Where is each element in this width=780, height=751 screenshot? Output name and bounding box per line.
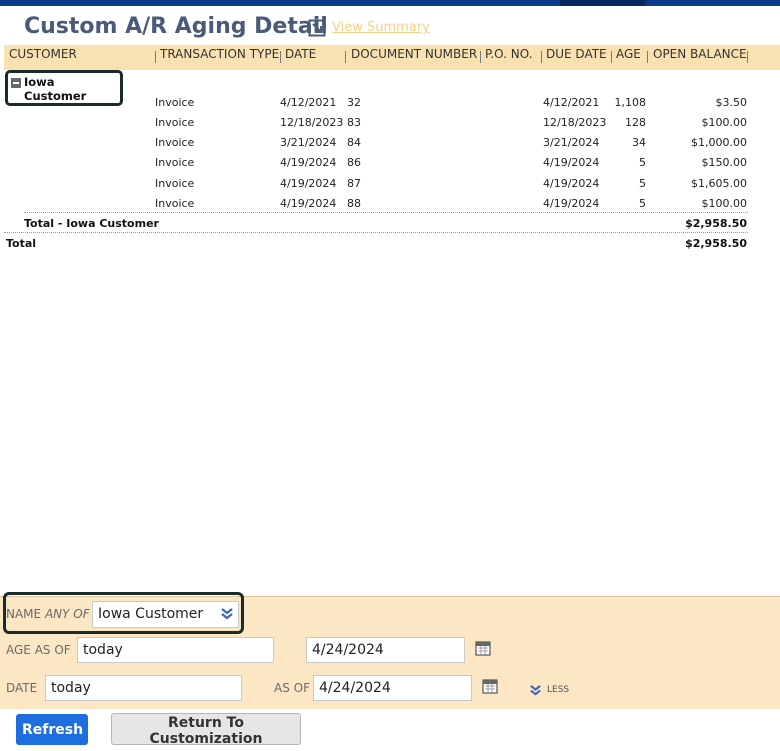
table-row[interactable]: Invoice 4/19/2024 86 4/19/2024 5 $150.00	[0, 152, 780, 172]
cell-due-date: 4/19/2024	[543, 197, 600, 210]
col-header-document-number[interactable]: DOCUMENT NUMBER	[351, 47, 477, 61]
cell-date: 4/19/2024	[280, 156, 337, 169]
return-to-customization-button[interactable]: Return To Customization	[111, 713, 301, 747]
cell-document-number[interactable]: 86	[347, 156, 361, 169]
age-as-of-label: AGE AS OF	[6, 643, 71, 657]
cell-open-balance: $1,605.00	[691, 177, 747, 190]
cell-date: 3/21/2024	[280, 136, 337, 149]
subtotal-value: $2,958.50	[685, 217, 747, 230]
cell-open-balance: $100.00	[701, 197, 748, 210]
col-divider	[747, 51, 748, 63]
col-header-customer[interactable]: CUSTOMER	[9, 47, 77, 61]
external-link-icon[interactable]	[308, 19, 326, 37]
subtotal-divider	[24, 212, 748, 213]
cell-transaction-type: Invoice	[155, 96, 195, 109]
as-of-date-input[interactable]: 4/24/2024	[313, 675, 472, 701]
calendar-icon[interactable]	[482, 678, 498, 694]
cell-due-date: 3/21/2024	[543, 136, 600, 149]
table-row[interactable]: Invoice 12/18/2023 83 12/18/2023 128 $10…	[0, 112, 780, 132]
collapse-minus-icon[interactable]	[11, 78, 21, 88]
cell-age: 1,108	[614, 96, 647, 109]
col-header-po-no[interactable]: P.O. NO.	[485, 47, 533, 61]
table-row[interactable]: Invoice 3/21/2024 84 3/21/2024 34 $1,000…	[0, 132, 780, 152]
refresh-button[interactable]: Refresh	[16, 714, 88, 745]
table-row[interactable]: Invoice 4/19/2024 87 4/19/2024 5 $1,605.…	[0, 173, 780, 193]
table-row[interactable]: Invoice 4/12/2021 32 4/12/2021 1,108 $3.…	[0, 92, 780, 112]
cell-open-balance: $150.00	[701, 156, 748, 169]
cell-age: 128	[625, 116, 646, 129]
cell-due-date: 12/18/2023	[543, 116, 607, 129]
cell-open-balance: $3.50	[715, 96, 748, 109]
top-nav-bar	[0, 0, 780, 6]
cell-open-balance: $100.00	[701, 116, 748, 129]
cell-transaction-type: Invoice	[155, 197, 195, 210]
col-divider	[611, 51, 612, 63]
col-divider	[480, 51, 481, 63]
cell-document-number[interactable]: 87	[347, 177, 361, 190]
col-divider	[155, 51, 156, 63]
age-as-of-input[interactable]: today	[77, 637, 274, 663]
grand-total-label: Total	[6, 237, 37, 250]
subtotal-label: Total - Iowa Customer	[24, 217, 159, 230]
cell-due-date: 4/19/2024	[543, 156, 600, 169]
col-header-due-date[interactable]: DUE DATE	[546, 47, 607, 61]
col-header-transaction-type[interactable]: TRANSACTION TYPE	[160, 47, 279, 61]
col-header-date[interactable]: DATE	[285, 47, 316, 61]
as-of-label: AS OF	[274, 681, 310, 695]
col-header-open-balance[interactable]: OPEN BALANCE	[653, 47, 747, 61]
cell-document-number[interactable]: 83	[347, 116, 361, 129]
cell-due-date: 4/19/2024	[543, 177, 600, 190]
cell-date: 4/19/2024	[280, 197, 337, 210]
col-header-age[interactable]: AGE	[616, 47, 641, 61]
cell-transaction-type: Invoice	[155, 156, 195, 169]
total-divider	[4, 232, 748, 233]
date-filter-input[interactable]: today	[45, 675, 242, 701]
col-divider	[647, 51, 648, 63]
cell-transaction-type: Invoice	[155, 177, 195, 190]
cell-transaction-type: Invoice	[155, 136, 195, 149]
name-filter-highlight	[3, 592, 244, 634]
cell-due-date: 4/12/2021	[543, 96, 600, 109]
cell-age: 5	[639, 177, 646, 190]
col-divider	[280, 51, 281, 63]
cell-date: 12/18/2023	[280, 116, 344, 129]
cell-document-number[interactable]: 84	[347, 136, 361, 149]
col-divider	[345, 51, 346, 63]
col-divider	[541, 51, 542, 63]
cell-document-number[interactable]: 88	[347, 197, 361, 210]
view-summary-link[interactable]: View Summary	[332, 20, 430, 35]
cell-date: 4/19/2024	[280, 177, 337, 190]
cell-age: 5	[639, 156, 646, 169]
age-as-of-date-input[interactable]: 4/24/2024	[306, 637, 465, 663]
date-filter-label: DATE	[6, 681, 38, 695]
table-header: CUSTOMER TRANSACTION TYPE DATE DOCUMENT …	[4, 45, 780, 70]
table-row[interactable]: Invoice 4/19/2024 88 4/19/2024 5 $100.00	[0, 193, 780, 213]
cell-age: 34	[632, 136, 646, 149]
top-nav-active-segment	[560, 0, 645, 6]
double-chevron-down-icon[interactable]	[529, 684, 542, 697]
cell-age: 5	[639, 197, 646, 210]
page-title: Custom A/R Aging Detail	[24, 14, 328, 39]
cell-transaction-type: Invoice	[155, 116, 195, 129]
cell-open-balance: $1,000.00	[691, 136, 747, 149]
cell-document-number[interactable]: 32	[347, 96, 361, 109]
grand-total-value: $2,958.50	[685, 237, 747, 250]
calendar-icon[interactable]	[475, 640, 491, 656]
less-toggle[interactable]: LESS	[547, 685, 569, 695]
cell-date: 4/12/2021	[280, 96, 337, 109]
